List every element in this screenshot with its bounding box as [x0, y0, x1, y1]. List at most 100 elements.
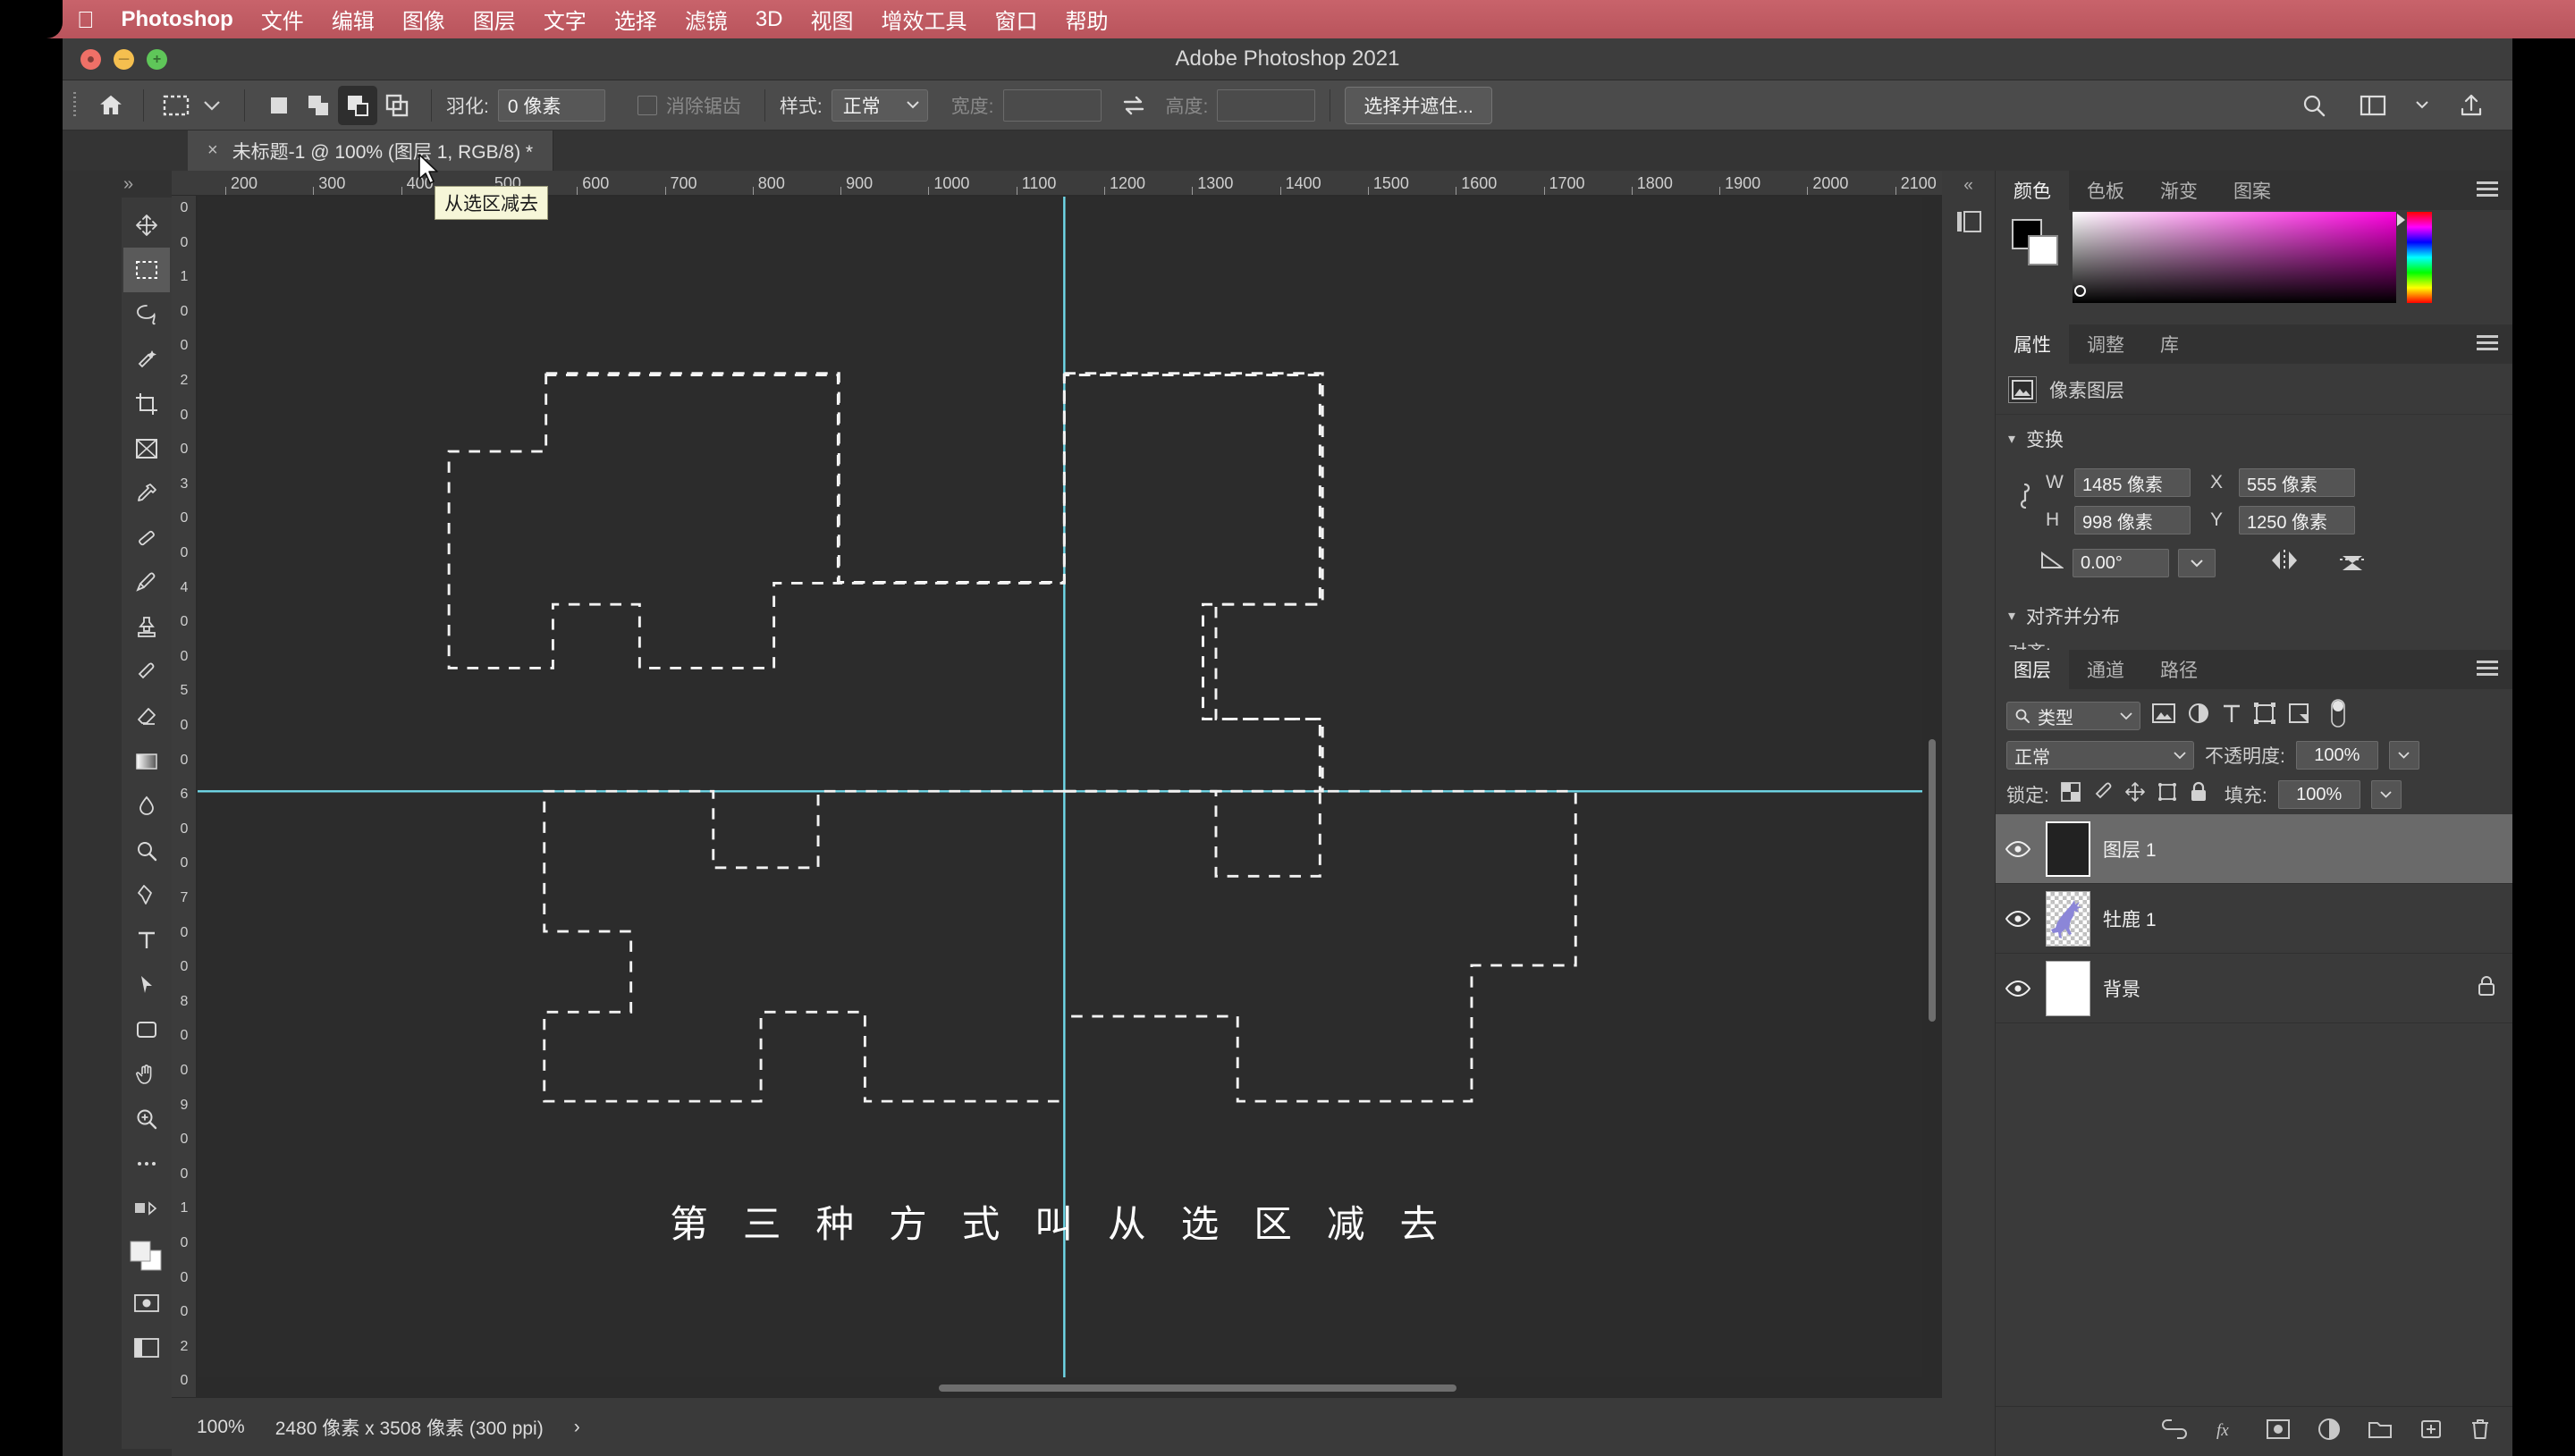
width-input[interactable]: [1002, 88, 1102, 122]
tab-properties[interactable]: 属性: [1996, 324, 2069, 364]
tab-libraries[interactable]: 库: [2142, 324, 2197, 364]
quick-mask-tool[interactable]: [123, 1281, 170, 1326]
link-layers-icon[interactable]: [2162, 1419, 2187, 1443]
height-field[interactable]: 998 像素: [2074, 506, 2191, 534]
menu-view[interactable]: 视图: [811, 4, 854, 35]
background-color-swatch[interactable]: [2028, 235, 2058, 265]
apple-icon[interactable]: : [77, 8, 95, 31]
pen-tool[interactable]: [123, 873, 170, 918]
new-selection-icon[interactable]: [259, 86, 299, 125]
y-field[interactable]: 1250 像素: [2239, 506, 2355, 534]
menu-image[interactable]: 图像: [402, 4, 445, 35]
tab-adjustments[interactable]: 调整: [2069, 324, 2142, 364]
gradient-tool[interactable]: [123, 739, 170, 784]
horizontal-scrollbar[interactable]: [198, 1382, 1922, 1394]
close-button[interactable]: ●: [80, 49, 101, 70]
menu-type[interactable]: 文字: [544, 4, 587, 35]
fill-field[interactable]: 100%: [2277, 780, 2360, 809]
vertical-scroll-thumb[interactable]: [1929, 738, 1936, 1023]
menu-select[interactable]: 选择: [614, 4, 657, 35]
brush-tool[interactable]: [123, 560, 170, 605]
zoom-tool[interactable]: [123, 1097, 170, 1141]
quick-selection-tool[interactable]: [123, 337, 170, 382]
close-icon[interactable]: ×: [207, 140, 218, 161]
lock-all-icon[interactable]: [2189, 781, 2208, 808]
menu-filter[interactable]: 滤镜: [685, 4, 728, 35]
layer-row-3[interactable]: 背景: [1996, 954, 2512, 1023]
vertical-scrollbar[interactable]: [1926, 197, 1938, 1376]
layer-mask-icon[interactable]: [2266, 1418, 2291, 1444]
collapse-panels-icon[interactable]: «: [1942, 171, 1995, 196]
blend-mode-select[interactable]: 正常: [2006, 741, 2194, 770]
type-tool[interactable]: [123, 918, 170, 963]
color-field-cursor[interactable]: [2074, 285, 2086, 297]
lock-transparency-icon[interactable]: [2060, 781, 2081, 808]
filter-adjustment-icon[interactable]: [2187, 702, 2210, 730]
healing-brush-tool[interactable]: [123, 516, 170, 560]
shape-tool[interactable]: [123, 1007, 170, 1052]
intersect-selection-icon[interactable]: [377, 86, 417, 125]
minimize-button[interactable]: ─: [114, 49, 134, 70]
filter-shape-icon[interactable]: [2253, 702, 2276, 730]
menu-file[interactable]: 文件: [261, 4, 304, 35]
chevron-down-icon[interactable]: ▾: [2008, 430, 2015, 448]
edit-toolbar[interactable]: [123, 1186, 170, 1231]
angle-field[interactable]: 0.00°: [2073, 549, 2169, 577]
tab-patterns[interactable]: 图案: [2216, 171, 2289, 210]
path-selection-tool[interactable]: [123, 963, 170, 1007]
visibility-toggle-icon[interactable]: [2003, 910, 2033, 928]
delete-layer-icon[interactable]: [2469, 1418, 2491, 1445]
foreground-background-swatch[interactable]: [123, 1231, 170, 1281]
align-section-header[interactable]: ▾ 对齐并分布: [1996, 592, 2512, 635]
menu-help[interactable]: 帮助: [1066, 4, 1109, 35]
layer-thumbnail[interactable]: [2046, 821, 2090, 877]
zoom-button[interactable]: +: [147, 49, 167, 70]
layer-row-1[interactable]: 图层 1: [1996, 814, 2512, 884]
width-field[interactable]: 1485 像素: [2074, 468, 2191, 497]
fill-chevron-icon[interactable]: [2370, 780, 2402, 809]
more-tools[interactable]: [123, 1141, 170, 1186]
library-icon[interactable]: [1954, 206, 1984, 237]
layer-row-2[interactable]: 牡鹿 1: [1996, 884, 2512, 954]
horizontal-scroll-thumb[interactable]: [939, 1384, 1457, 1392]
color-swatches[interactable]: [2012, 219, 2058, 265]
height-input[interactable]: [1217, 88, 1316, 122]
menu-layer[interactable]: 图层: [473, 4, 516, 35]
layer-filter-select[interactable]: 类型: [2006, 702, 2140, 730]
lock-position-icon[interactable]: [2124, 781, 2146, 808]
add-to-selection-icon[interactable]: [299, 86, 338, 125]
opacity-field[interactable]: 100%: [2295, 741, 2378, 770]
new-layer-icon[interactable]: [2419, 1418, 2443, 1444]
lock-artboard-icon[interactable]: [2157, 781, 2178, 808]
chevron-down-icon[interactable]: [2414, 88, 2430, 123]
tab-color[interactable]: 颜色: [1996, 171, 2069, 210]
style-select[interactable]: 正常: [831, 88, 928, 122]
history-brush-tool[interactable]: [123, 650, 170, 694]
canvas-viewport[interactable]: 第 三 种 方 式 叫 从 选 区 减 去: [198, 197, 1922, 1377]
filter-pixel-icon[interactable]: [2151, 703, 2176, 729]
select-and-mask-button[interactable]: 选择并遮住...: [1345, 86, 1492, 124]
opacity-chevron-icon[interactable]: [2388, 741, 2419, 770]
panel-menu-icon[interactable]: [2477, 661, 2498, 678]
toolbar-expand-icon[interactable]: »: [123, 174, 133, 195]
visibility-toggle-icon[interactable]: [2003, 980, 2033, 997]
search-icon[interactable]: [2296, 88, 2332, 123]
status-chevron-icon[interactable]: ›: [574, 1417, 580, 1438]
panel-menu-icon[interactable]: [2477, 181, 2498, 199]
menu-3d[interactable]: 3D: [756, 7, 783, 32]
menu-edit[interactable]: 编辑: [332, 4, 375, 35]
filter-toggle[interactable]: [2328, 698, 2348, 734]
move-tool[interactable]: [123, 203, 170, 248]
frame-tool[interactable]: [123, 426, 170, 471]
tab-paths[interactable]: 路径: [2142, 650, 2216, 689]
x-field[interactable]: 555 像素: [2239, 468, 2355, 497]
color-field[interactable]: [2073, 212, 2396, 303]
canvas[interactable]: 第 三 种 方 式 叫 从 选 区 减 去: [198, 197, 1922, 1377]
adjustment-layer-icon[interactable]: [2318, 1418, 2341, 1445]
crop-tool[interactable]: [123, 382, 170, 426]
chevron-down-icon[interactable]: [2178, 549, 2216, 577]
filter-type-icon[interactable]: [2221, 703, 2242, 729]
lasso-tool[interactable]: [123, 292, 170, 337]
menu-window[interactable]: 窗口: [995, 4, 1038, 35]
vertical-ruler[interactable]: 0010020030040050060070080090010002003004: [172, 196, 197, 1397]
